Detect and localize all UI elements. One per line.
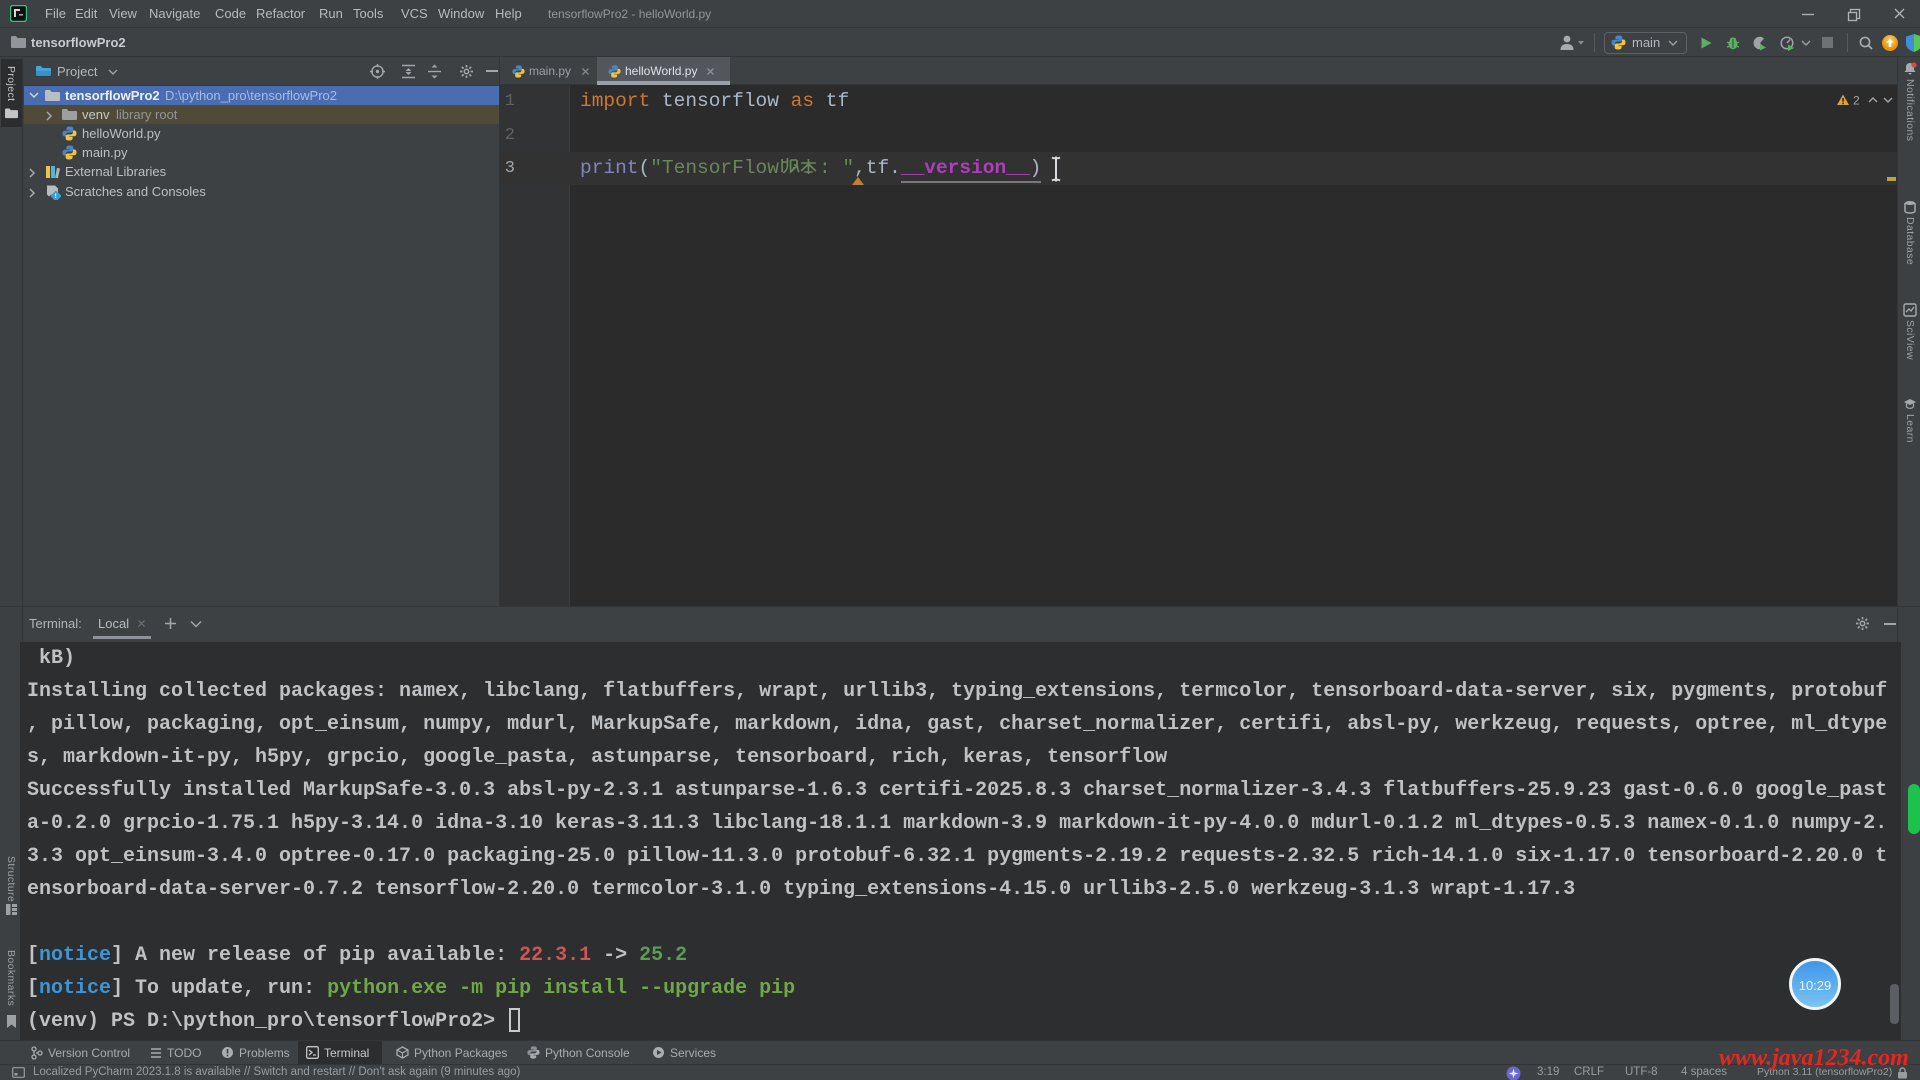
svg-text:2: 2 [1853, 94, 1860, 108]
svg-text:!: ! [55, 193, 57, 200]
